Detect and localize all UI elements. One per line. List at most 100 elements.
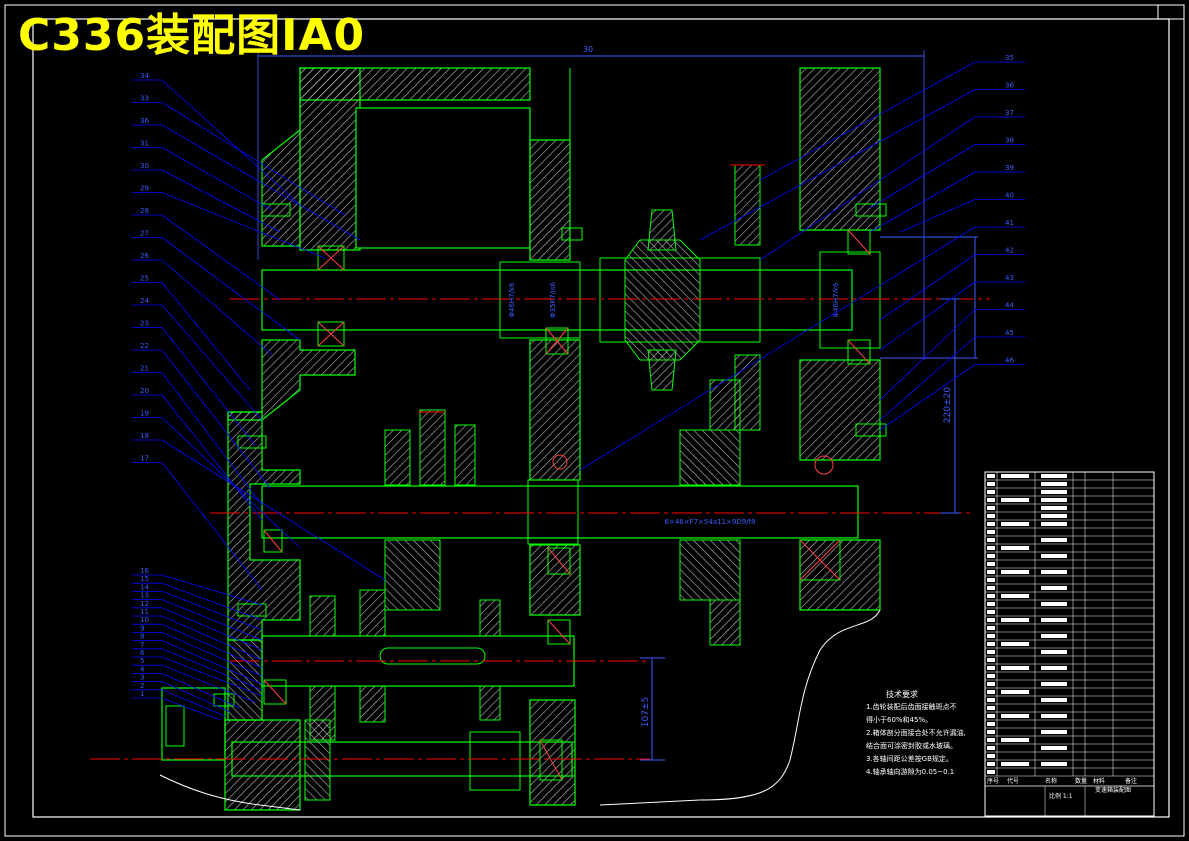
bom-cell-text: [987, 682, 995, 686]
drawing-title: C336装配图IA0: [18, 10, 366, 61]
dimension-fit-1: Φ46H7/k6: [508, 282, 516, 318]
leader-line: [161, 681, 231, 713]
part-number-label: 38: [1005, 137, 1014, 145]
note-line: 1.齿轮装配后齿面接触斑点不: [866, 703, 957, 711]
lower-shaft: [261, 589, 575, 741]
bom-cell-text: [987, 578, 995, 582]
bom-cell-text: [987, 650, 995, 654]
part-number-label: 25: [140, 275, 149, 283]
bom-cell-text: [1041, 650, 1067, 654]
leader-line: [161, 697, 221, 721]
bom-cell-text: [1041, 498, 1067, 502]
bom-cell-text: [987, 514, 995, 518]
bom-cell-text: [987, 698, 995, 702]
part-number-label: 21: [140, 365, 149, 373]
bom-cell-text: [1041, 522, 1067, 526]
dimension-center-2: 220±20: [943, 387, 953, 423]
part-number-label: 9: [140, 624, 144, 632]
bom-cell-text: [1001, 642, 1029, 646]
bom-cell-text: [987, 602, 995, 606]
bom-scale-label: 比例 1:1: [1049, 792, 1073, 800]
bom-cell-text: [987, 506, 995, 510]
bom-cell-text: [987, 554, 995, 558]
bom-cell-text: [987, 754, 995, 758]
leader-line: [879, 309, 976, 401]
part-number-label: 46: [1005, 357, 1014, 365]
bom-column-header: 名称: [1045, 777, 1057, 785]
drawing-canvas: 30 107±5 220±20 6×46×F7×54a11×9D9/f8 Φ46…: [4, 4, 1185, 837]
bom-cell-text: [987, 490, 995, 494]
dimension-spline: 6×46×F7×54a11×9D9/f8: [665, 518, 756, 526]
leader-line: [879, 364, 976, 431]
bom-cell-text: [987, 674, 995, 678]
bom-column-header: 数量: [1075, 777, 1087, 785]
note-line: 得小于60%和45%。: [866, 716, 933, 724]
leader-line: [161, 327, 256, 446]
bom-column-header: 材料: [1093, 777, 1105, 785]
part-number-label: 39: [1005, 164, 1014, 172]
bom-cell-text: [987, 730, 995, 734]
bom-cell-text: [1001, 714, 1029, 718]
part-number-label: 16: [140, 567, 149, 575]
bom-cell-text: [987, 530, 995, 534]
bom-title-block: 变速箱装配图: [1095, 786, 1131, 794]
bom-cell-text: [987, 770, 995, 774]
note-line: 2.箱体剖分面接合处不允许漏油,: [866, 729, 966, 737]
bom-cell-text: [1041, 474, 1067, 478]
bom-cell-text: [1041, 682, 1067, 686]
bom-cell-text: [987, 522, 995, 526]
bom-cell-text: [987, 538, 995, 542]
leader-line: [161, 439, 386, 581]
part-number-label: 36: [140, 117, 149, 125]
bom-cell-text: [987, 570, 995, 574]
technical-notes: 技术要求 1.齿轮装配后齿面接触斑点不 得小于60%和45%。 2.箱体剖分面接…: [866, 688, 984, 779]
bom-cell-text: [1001, 666, 1029, 670]
leader-line: [161, 304, 263, 421]
bom-cell-text: [1001, 690, 1029, 694]
leader-line: [869, 171, 976, 233]
note-line: 3.各轴间距公差按GB规定。: [866, 755, 953, 763]
bom-cell-text: [987, 762, 995, 766]
part-number-label: 23: [140, 320, 149, 328]
bom-cell-text: [987, 610, 995, 614]
bom-cell-text: [987, 658, 995, 662]
bom-cell-text: [987, 738, 995, 742]
bom-column-header: 代号: [1007, 777, 1019, 785]
part-number-label: 17: [140, 455, 149, 463]
bom-cell-text: [1041, 570, 1067, 574]
bom-cell-text: [1041, 746, 1067, 750]
leader-line: [161, 259, 273, 356]
part-number-label: 4: [140, 665, 145, 673]
part-number-label: 26: [140, 252, 149, 260]
bom-cell-text: [1041, 634, 1067, 638]
bom-cell-text: [987, 594, 995, 598]
part-number-label: 30: [140, 162, 149, 170]
part-number-label: 28: [140, 207, 149, 215]
dimension-center-1: 107±5: [641, 697, 651, 727]
bom-cell-text: [1001, 594, 1029, 598]
bom-cell-text: [1041, 618, 1067, 622]
bom-cell-text: [1041, 698, 1067, 702]
bom-cell-text: [1041, 554, 1067, 558]
part-number-label: 6: [140, 649, 145, 657]
bom-cell-text: [1001, 546, 1029, 550]
part-number-label: 7: [140, 641, 144, 649]
part-number-label: 12: [140, 600, 149, 608]
part-number-label: 37: [1005, 109, 1014, 117]
leader-line: [879, 254, 976, 321]
bom-column-header: 备注: [1125, 777, 1137, 785]
leader-line: [161, 237, 301, 341]
part-number-label: 1: [140, 690, 144, 698]
bom-cell-text: [1041, 538, 1067, 542]
bom-cell-text: [1041, 506, 1067, 510]
part-number-label: 22: [140, 342, 149, 350]
part-number-label: 19: [140, 410, 149, 418]
part-number-label: 29: [140, 185, 149, 193]
part-number-label: 14: [140, 583, 149, 591]
part-number-label: 8: [140, 633, 144, 641]
part-number-label: 18: [140, 432, 149, 440]
bom-cell-text: [1041, 514, 1067, 518]
note-line: 4.轴承轴向游隙为0.05~0.1: [866, 768, 955, 776]
part-number-label: 3: [140, 674, 144, 682]
part-number-label: 24: [140, 297, 149, 305]
